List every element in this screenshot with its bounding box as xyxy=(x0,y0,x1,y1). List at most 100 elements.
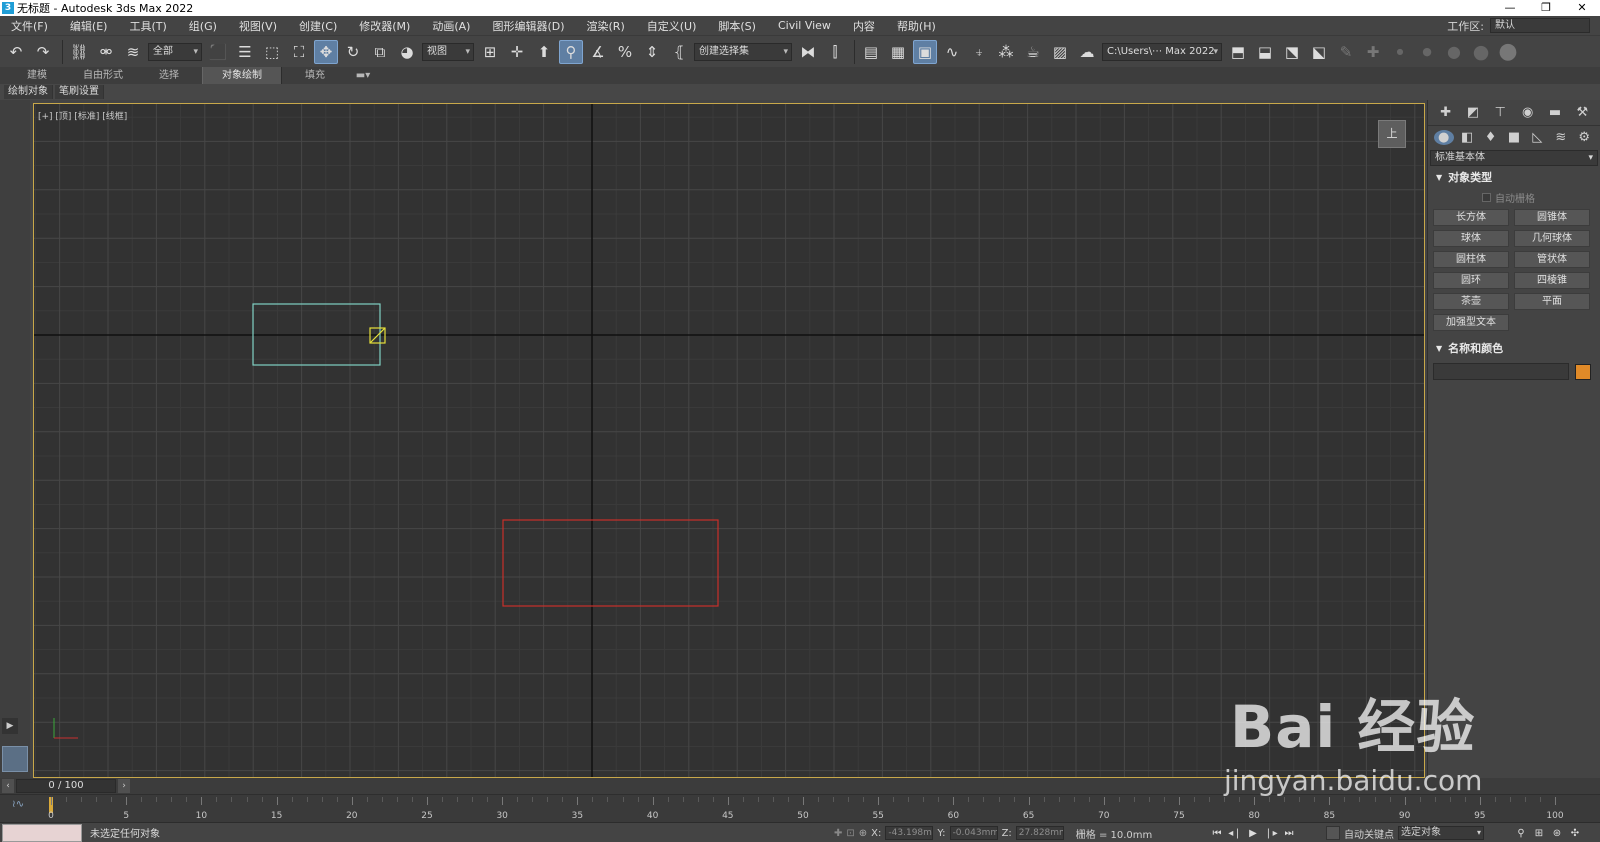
project-open-icon[interactable]: ⬓ xyxy=(1253,40,1277,64)
pyramid-button[interactable]: 四棱锥 xyxy=(1514,272,1590,289)
curve-editor-mini-icon[interactable]: ≀∿ xyxy=(12,799,24,810)
menu-graph-editors[interactable]: 图形编辑器(D) xyxy=(481,18,575,34)
place-icon[interactable]: ◕ xyxy=(395,40,419,64)
brush-icon[interactable]: ✎ xyxy=(1334,40,1358,64)
modify-tab-icon[interactable]: ◩ xyxy=(1463,105,1483,120)
select-by-name-icon[interactable]: ☰ xyxy=(233,40,257,64)
pivot-center-icon[interactable]: ⊞ xyxy=(478,40,502,64)
percent-snap-icon[interactable]: % xyxy=(613,40,637,64)
project-path-dropdown[interactable]: C:\Users\⋯ Max 2022 xyxy=(1102,42,1222,61)
y-coord-field[interactable]: -0.043mm xyxy=(949,826,998,840)
next-frame-arrow-icon[interactable]: › xyxy=(118,779,130,793)
text-plus-button[interactable]: 加强型文本 xyxy=(1433,314,1509,331)
named-selection-dropdown[interactable]: 创建选择集 xyxy=(694,42,792,61)
brush-settings-group[interactable]: 笔刷设置 xyxy=(55,85,104,99)
schematic-view-icon[interactable]: ⍖ xyxy=(967,40,991,64)
paint-objects-group[interactable]: 绘制对象 xyxy=(4,85,53,99)
render-production-icon[interactable]: ☁ xyxy=(1075,40,1099,64)
menu-rendering[interactable]: 渲染(R) xyxy=(576,18,636,34)
curve-editor-icon[interactable]: ∿ xyxy=(940,40,964,64)
primitive-category-dropdown[interactable]: 标准基本体 xyxy=(1430,150,1598,166)
restore-icon[interactable]: ❐ xyxy=(1528,0,1564,16)
object-color-swatch[interactable] xyxy=(1575,363,1591,380)
cameras-icon[interactable]: ■ xyxy=(1504,130,1524,145)
name-color-rollout[interactable]: ▼ 名称和颜色 xyxy=(1430,341,1598,357)
tab-selection[interactable]: 选择 xyxy=(136,67,202,84)
torus-button[interactable]: 圆环 xyxy=(1433,272,1509,289)
menu-content[interactable]: 内容 xyxy=(842,18,886,34)
x-coord-field[interactable]: -43.198mm xyxy=(885,826,934,840)
motion-tab-icon[interactable]: ◉ xyxy=(1518,105,1538,120)
next-key-icon[interactable]: ❘▸ xyxy=(1264,828,1278,839)
absolute-mode-icon[interactable]: ⊕ xyxy=(859,828,867,839)
shapes-icon[interactable]: ◧ xyxy=(1457,130,1477,145)
menu-group[interactable]: 组(G) xyxy=(178,18,228,34)
hierarchy-tab-icon[interactable]: ⊤ xyxy=(1490,105,1510,120)
play-icon[interactable]: ▶ xyxy=(1246,828,1260,839)
sphere-button[interactable]: 球体 xyxy=(1433,230,1509,247)
key-filter-dropdown[interactable]: 选定对象 xyxy=(1398,826,1484,840)
ribbon-options-icon[interactable]: ▬▾ xyxy=(348,67,378,84)
minimize-icon[interactable]: — xyxy=(1492,0,1528,16)
tab-object-paint[interactable]: 对象绘制 xyxy=(202,67,282,84)
z-coord-field[interactable]: 27.828mm xyxy=(1015,826,1064,840)
menu-scripting[interactable]: 脚本(S) xyxy=(707,18,767,34)
go-to-start-icon[interactable]: ⏮ xyxy=(1210,828,1224,839)
menu-customize[interactable]: 自定义(U) xyxy=(636,18,708,34)
prev-key-icon[interactable]: ◂❘ xyxy=(1228,828,1242,839)
selection-lock-icon[interactable]: ⊡ xyxy=(846,828,854,839)
set-key-button[interactable] xyxy=(1326,826,1340,840)
viewport-label[interactable]: [+] [顶] [标准] [线框] xyxy=(38,109,127,122)
angle-snap-icon[interactable]: ∡ xyxy=(586,40,610,64)
utilities-tab-icon[interactable]: ⚒ xyxy=(1572,105,1592,120)
edit-named-selection-icon[interactable]: ⦃ xyxy=(667,40,691,64)
render-setup-icon[interactable]: ☕ xyxy=(1021,40,1045,64)
scene-explorer-icon[interactable]: ▤ xyxy=(859,40,883,64)
orbit-icon[interactable]: ✣ xyxy=(1568,828,1582,839)
bind-spacewarp-icon[interactable]: ≋ xyxy=(121,40,145,64)
helpers-icon[interactable]: ◺ xyxy=(1527,130,1547,145)
cone-button[interactable]: 圆锥体 xyxy=(1514,209,1590,226)
menu-tools[interactable]: 工具(T) xyxy=(118,18,177,34)
scale-icon[interactable]: ⧉ xyxy=(368,40,392,64)
menu-help[interactable]: 帮助(H) xyxy=(886,18,947,34)
rotate-icon[interactable]: ↻ xyxy=(341,40,365,64)
viewport-layout-thumbnail[interactable] xyxy=(2,746,28,772)
align-icon[interactable]: ⫿ xyxy=(823,40,847,64)
geosphere-button[interactable]: 几何球体 xyxy=(1514,230,1590,247)
zoom-icon[interactable]: ⚲ xyxy=(1514,828,1528,839)
spinner-snap-icon[interactable]: ⇕ xyxy=(640,40,664,64)
menu-edit[interactable]: 编辑(E) xyxy=(59,18,119,34)
window-crossing-icon[interactable]: ⛶ xyxy=(287,40,311,64)
redo-icon[interactable]: ↷ xyxy=(31,40,55,64)
tab-modeling[interactable]: 建模 xyxy=(4,67,70,84)
close-icon[interactable]: ✕ xyxy=(1564,0,1600,16)
zoom-all-icon[interactable]: ⊞ xyxy=(1532,828,1546,839)
spacewarps-icon[interactable]: ≋ xyxy=(1551,130,1571,145)
create-tab-icon[interactable]: ✚ xyxy=(1436,105,1456,120)
viewcube[interactable]: 上 xyxy=(1378,120,1406,148)
teapot-button[interactable]: 茶壶 xyxy=(1433,293,1509,310)
menu-views[interactable]: 视图(V) xyxy=(228,18,288,34)
select-manipulate-icon[interactable]: ✛ xyxy=(505,40,529,64)
autogrid-option[interactable]: 自动栅格 xyxy=(1482,190,1600,205)
unlink-icon[interactable]: ⚮ xyxy=(94,40,118,64)
isolate-toggle-icon[interactable]: ✚ xyxy=(834,828,842,839)
reference-coord-dropdown[interactable]: 视图 xyxy=(422,42,474,61)
expand-arrow-icon[interactable]: ▶ xyxy=(2,718,18,734)
geometry-icon[interactable]: ● xyxy=(1433,129,1454,145)
menu-file[interactable]: 文件(F) xyxy=(0,18,59,34)
box-button[interactable]: 长方体 xyxy=(1433,209,1509,226)
object-type-rollout[interactable]: ▼ 对象类型 xyxy=(1430,170,1598,186)
menu-animation[interactable]: 动画(A) xyxy=(421,18,481,34)
move-icon[interactable]: ✥ xyxy=(314,39,338,64)
select-object-icon[interactable]: ⬛ xyxy=(206,40,230,64)
menu-modifiers[interactable]: 修改器(M) xyxy=(348,18,421,34)
paint-add-icon[interactable]: ✚ xyxy=(1361,40,1385,64)
project-folder-icon[interactable]: ⬒ xyxy=(1226,40,1250,64)
top-viewport[interactable]: [+] [顶] [标准] [线框] 上 xyxy=(33,103,1425,778)
keyboard-shortcut-icon[interactable]: ⬆ xyxy=(532,40,556,64)
lights-icon[interactable]: ♦ xyxy=(1481,130,1501,145)
systems-icon[interactable]: ⚙ xyxy=(1574,130,1594,145)
workspace-dropdown[interactable]: 默认 xyxy=(1490,18,1590,33)
